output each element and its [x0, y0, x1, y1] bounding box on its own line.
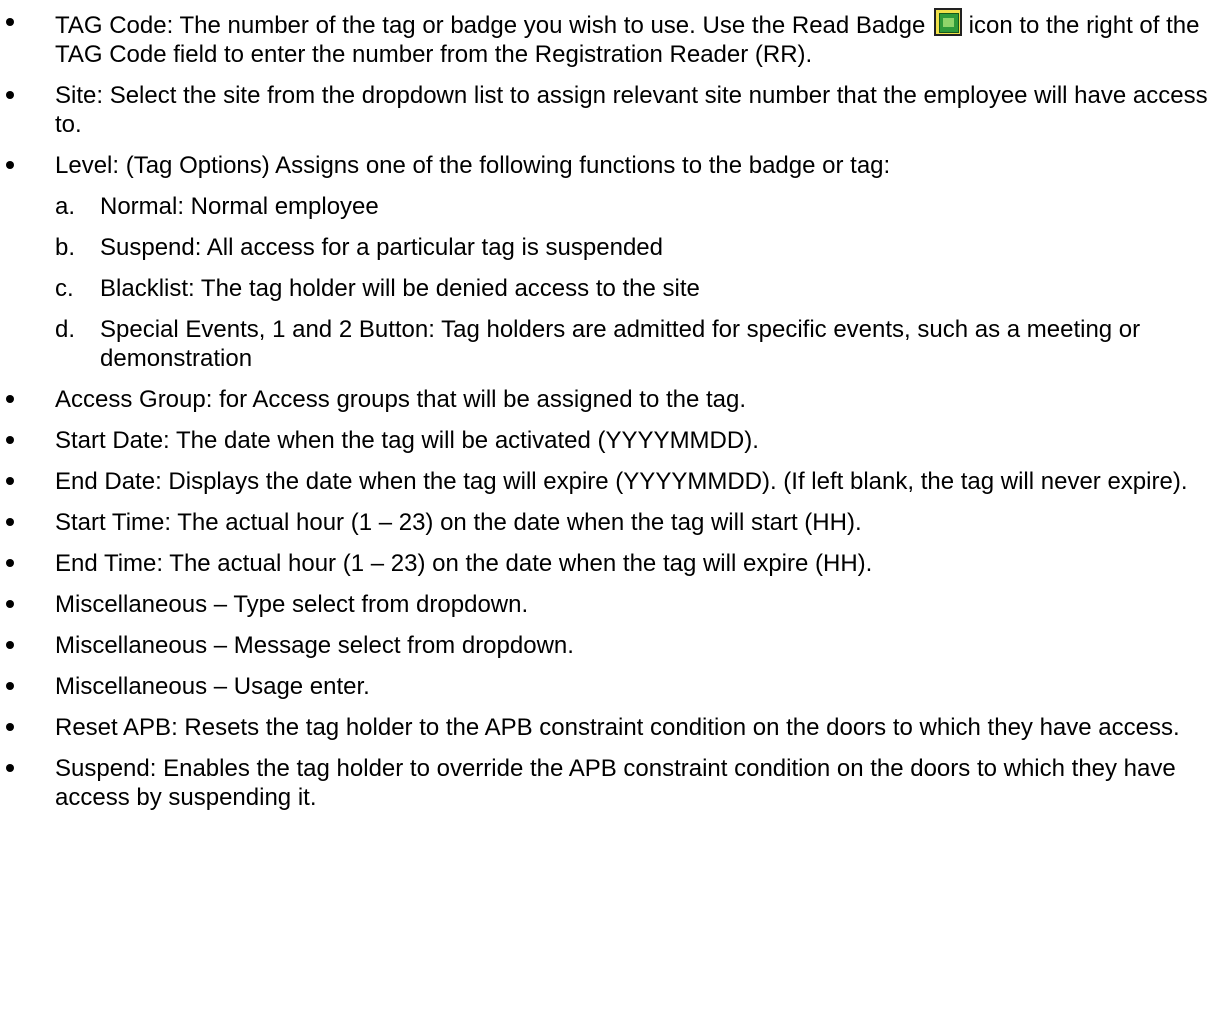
- list-item-start-time: Start Time: The actual hour (1 – 23) on …: [0, 508, 1218, 537]
- list-item-text: Access Group: for Access groups that wil…: [55, 386, 747, 413]
- sub-list-marker: c.: [55, 275, 74, 302]
- list-item-start-date: Start Date: The date when the tag will b…: [0, 426, 1218, 455]
- list-item-misc-type: Miscellaneous – Type select from dropdow…: [0, 590, 1218, 619]
- list-item-misc-message: Miscellaneous – Message select from drop…: [0, 631, 1218, 660]
- sub-list-text: Normal: Normal employee: [100, 193, 379, 220]
- sub-list-text: Special Events, 1 and 2 Button: Tag hold…: [100, 316, 1141, 372]
- document-page: TAG Code: The number of the tag or badge…: [0, 0, 1218, 1015]
- sub-list-text: Blacklist: The tag holder will be denied…: [100, 275, 700, 302]
- list-item-site: Site: Select the site from the dropdown …: [0, 81, 1218, 139]
- level-option-blacklist: c. Blacklist: The tag holder will be deni…: [55, 274, 1212, 303]
- list-item-end-time: End Time: The actual hour (1 – 23) on th…: [0, 549, 1218, 578]
- list-item-suspend: Suspend: Enables the tag holder to overr…: [0, 754, 1218, 812]
- level-option-suspend: b. Suspend: All access for a particular t…: [55, 233, 1212, 262]
- read-badge-icon: [933, 8, 962, 36]
- list-item-text: Miscellaneous – Usage enter.: [55, 673, 370, 700]
- list-item-text: End Time: The actual hour (1 – 23) on th…: [55, 550, 873, 577]
- list-item-reset-apb: Reset APB: Resets the tag holder to the …: [0, 713, 1218, 742]
- list-item-text: Miscellaneous – Message select from drop…: [55, 632, 574, 659]
- list-item-text: Level: (Tag Options) Assigns one of the …: [55, 152, 891, 179]
- list-item-misc-usage: Miscellaneous – Usage enter.: [0, 672, 1218, 701]
- level-options-list: a. Normal: Normal employee b. Suspend: All…: [55, 192, 1212, 373]
- list-item-text: Start Date: The date when the tag will b…: [55, 427, 759, 454]
- list-item-tag-code: TAG Code: The number of the tag or badge…: [0, 8, 1218, 69]
- field-description-list: TAG Code: The number of the tag or badge…: [0, 8, 1218, 824]
- list-item-text: Suspend: Enables the tag holder to overr…: [55, 755, 1176, 811]
- list-item-text: Start Time: The actual hour (1 – 23) on …: [55, 509, 862, 536]
- list-item-text: End Date: Displays the date when the tag…: [55, 468, 1188, 495]
- list-item-text: Site: Select the site from the dropdown …: [55, 82, 1208, 138]
- sub-list-marker: b.: [55, 234, 76, 261]
- list-item-end-date: End Date: Displays the date when the tag…: [0, 467, 1218, 496]
- sub-list-text: Suspend: All access for a particular tag…: [100, 234, 663, 261]
- sub-list-marker: d.: [55, 316, 76, 343]
- tag-code-text-lead: TAG Code: The number of the tag or badge…: [55, 12, 932, 39]
- list-item-level: Level: (Tag Options) Assigns one of the …: [0, 151, 1218, 373]
- level-option-special-events: d. Special Events, 1 and 2 Button: Tag ho…: [55, 315, 1212, 373]
- sub-list-marker: a.: [55, 193, 76, 220]
- list-item-text: Reset APB: Resets the tag holder to the …: [55, 714, 1180, 741]
- list-item-text: Miscellaneous – Type select from dropdow…: [55, 591, 529, 618]
- level-option-normal: a. Normal: Normal employee: [55, 192, 1212, 221]
- list-item-access-group: Access Group: for Access groups that wil…: [0, 385, 1218, 414]
